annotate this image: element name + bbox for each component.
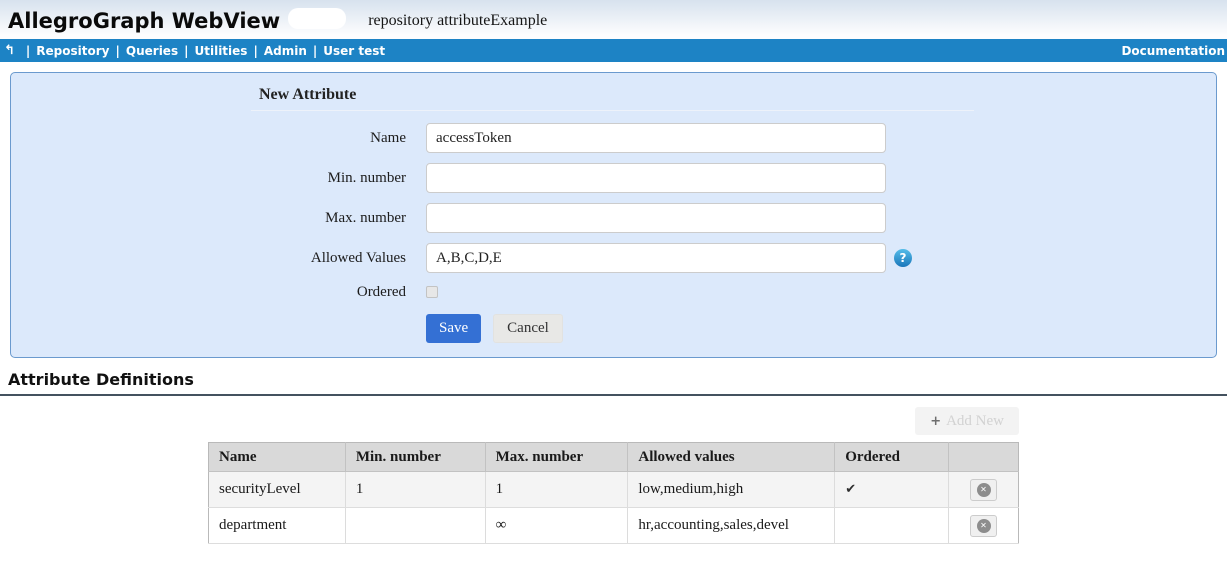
col-header-allowed-values: Allowed values xyxy=(628,443,835,472)
cell-min: 1 xyxy=(345,472,485,508)
nav-item-queries[interactable]: Queries xyxy=(126,44,178,58)
allowed-values-input[interactable] xyxy=(426,243,886,273)
cancel-button[interactable]: Cancel xyxy=(493,314,563,343)
section-title-attribute-definitions: Attribute Definitions xyxy=(0,370,1227,396)
back-icon[interactable]: ↰ xyxy=(4,44,15,57)
delete-attribute-button[interactable]: ✕ xyxy=(970,515,997,537)
add-new-label: Add New xyxy=(946,413,1004,430)
cell-name: securityLevel xyxy=(209,472,346,508)
attribute-definitions-table: Name Min. number Max. number Allowed val… xyxy=(208,442,1019,544)
table-row: securityLevel 1 1 low,medium,high ✔ ✕ xyxy=(209,472,1019,508)
form-title: New Attribute xyxy=(259,86,1216,104)
table-row: department ∞ hr,accounting,sales,devel ✕ xyxy=(209,508,1019,544)
min-number-input[interactable] xyxy=(426,163,886,193)
cell-min xyxy=(345,508,485,544)
nav-item-utilities[interactable]: Utilities xyxy=(194,44,247,58)
cell-max: ∞ xyxy=(485,508,628,544)
delete-icon: ✕ xyxy=(977,519,991,533)
col-header-max-number: Max. number xyxy=(485,443,628,472)
ordered-checkbox[interactable] xyxy=(426,286,438,298)
cell-name: department xyxy=(209,508,346,544)
add-new-button[interactable]: + Add New xyxy=(915,407,1019,435)
nav-separator: | xyxy=(313,44,317,58)
new-attribute-panel: New Attribute Name Min. number Max. numb… xyxy=(10,72,1217,358)
app-header: AllegroGraph WebView repository attribut… xyxy=(0,0,1227,39)
max-number-input[interactable] xyxy=(426,203,886,233)
plus-icon: + xyxy=(930,414,941,429)
col-header-actions xyxy=(949,443,1019,472)
table-header-row: Name Min. number Max. number Allowed val… xyxy=(209,443,1019,472)
name-label: Name xyxy=(11,130,406,147)
nav-item-repository[interactable]: Repository xyxy=(36,44,109,58)
max-number-label: Max. number xyxy=(11,210,406,227)
nav-item-documentation[interactable]: Documentation xyxy=(1121,44,1225,58)
delete-attribute-button[interactable]: ✕ xyxy=(970,479,997,501)
navbar: ↰ | Repository | Queries | Utilities | A… xyxy=(0,39,1227,62)
title-divider xyxy=(251,110,974,111)
check-icon: ✔ xyxy=(835,472,949,508)
nav-separator: | xyxy=(116,44,120,58)
col-header-min-number: Min. number xyxy=(345,443,485,472)
col-header-name: Name xyxy=(209,443,346,472)
name-input[interactable] xyxy=(426,123,886,153)
allowed-values-label: Allowed Values xyxy=(11,250,406,267)
nav-separator: | xyxy=(184,44,188,58)
help-icon[interactable]: ? xyxy=(894,249,912,267)
save-button[interactable]: Save xyxy=(426,314,481,343)
min-number-label: Min. number xyxy=(11,170,406,187)
repository-label: repository attributeExample xyxy=(368,12,547,30)
col-header-ordered: Ordered xyxy=(835,443,949,472)
delete-icon: ✕ xyxy=(977,483,991,497)
nav-separator: | xyxy=(253,44,257,58)
blank-badge xyxy=(288,8,346,29)
check-icon xyxy=(835,508,949,544)
cell-max: 1 xyxy=(485,472,628,508)
nav-item-admin[interactable]: Admin xyxy=(264,44,307,58)
ordered-label: Ordered xyxy=(11,284,406,301)
nav-separator: | xyxy=(26,44,30,58)
nav-item-user-test[interactable]: User test xyxy=(323,44,385,58)
cell-allowed: hr,accounting,sales,devel xyxy=(628,508,835,544)
app-title: AllegroGraph WebView xyxy=(8,9,280,33)
cell-allowed: low,medium,high xyxy=(628,472,835,508)
